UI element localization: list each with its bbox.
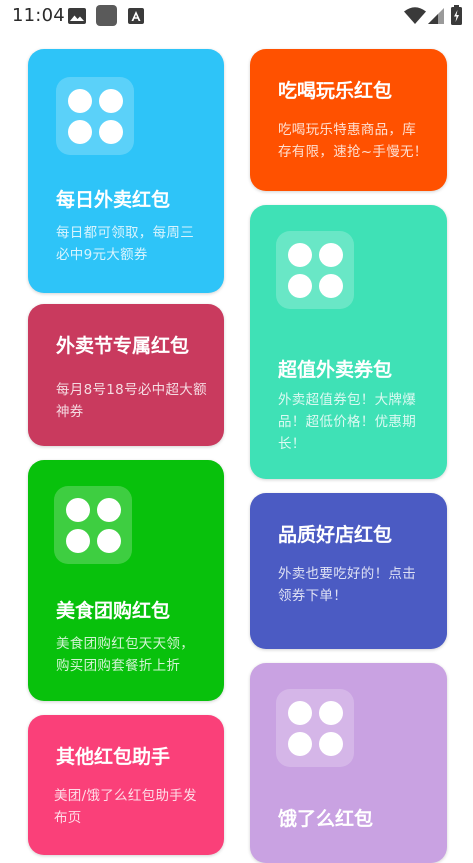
card-daily-takeout-redpacket[interactable]: 每日外卖红包 每日都可领取，每周三 必中9元大额券	[28, 49, 224, 293]
card-value-takeout-coupon-pack[interactable]: 超值外卖券包 外卖超值券包！大牌爆 品！超低价格！优惠期 长！	[250, 205, 447, 479]
card-title: 饿了么红包	[278, 808, 374, 830]
four-dots-icon	[54, 486, 132, 564]
card-description: 美食团购红包天天领， 购买团购套餐折上折	[56, 636, 194, 674]
a-badge-icon	[128, 8, 144, 24]
card-title: 每日外卖红包	[56, 189, 171, 211]
card-title: 品质好店红包	[278, 524, 393, 546]
card-title: 超值外卖券包	[278, 359, 393, 381]
card-other-redpacket-helper[interactable]: 其他红包助手 美团/饿了么红包助手发 布页	[28, 715, 224, 855]
card-takeout-festival-redpacket[interactable]: 外卖节专属红包 每月8号18号必中超大额 神券	[28, 304, 224, 446]
cell-signal-icon	[428, 8, 444, 24]
four-dots-icon	[56, 77, 134, 155]
card-eleme-redpacket[interactable]: 饿了么红包	[250, 663, 447, 863]
card-food-fun-redpacket[interactable]: 吃喝玩乐红包 吃喝玩乐特惠商品，库 存有限，速抢~手慢无！	[250, 49, 447, 191]
four-dots-icon	[276, 689, 354, 767]
image-icon	[68, 8, 86, 24]
card-title: 美食团购红包	[56, 600, 171, 622]
card-description: 外卖超值券包！大牌爆 品！超低价格！优惠期 长！	[278, 392, 416, 452]
status-time: 11:04	[12, 5, 65, 26]
card-quality-store-redpacket[interactable]: 品质好店红包 外卖也要吃好的！点击 领券下单！	[250, 493, 447, 649]
card-food-groupbuy-redpacket[interactable]: 美食团购红包 美食团购红包天天领， 购买团购套餐折上折	[28, 460, 224, 701]
battery-icon	[451, 5, 462, 25]
four-dots-icon	[276, 231, 354, 309]
card-description: 每日都可领取，每周三 必中9元大额券	[56, 225, 194, 263]
status-bar: 11:04	[0, 0, 473, 32]
card-description: 外卖也要吃好的！点击 领券下单！	[278, 566, 416, 604]
card-title: 外卖节专属红包	[56, 335, 190, 357]
card-description: 每月8号18号必中超大额 神券	[56, 382, 207, 420]
app-square-icon	[96, 5, 117, 26]
wifi-icon	[404, 7, 426, 24]
card-description: 美团/饿了么红包助手发 布页	[54, 788, 197, 826]
card-title: 吃喝玩乐红包	[278, 80, 393, 102]
card-title: 其他红包助手	[56, 746, 171, 768]
card-description: 吃喝玩乐特惠商品，库 存有限，速抢~手慢无！	[278, 122, 428, 160]
